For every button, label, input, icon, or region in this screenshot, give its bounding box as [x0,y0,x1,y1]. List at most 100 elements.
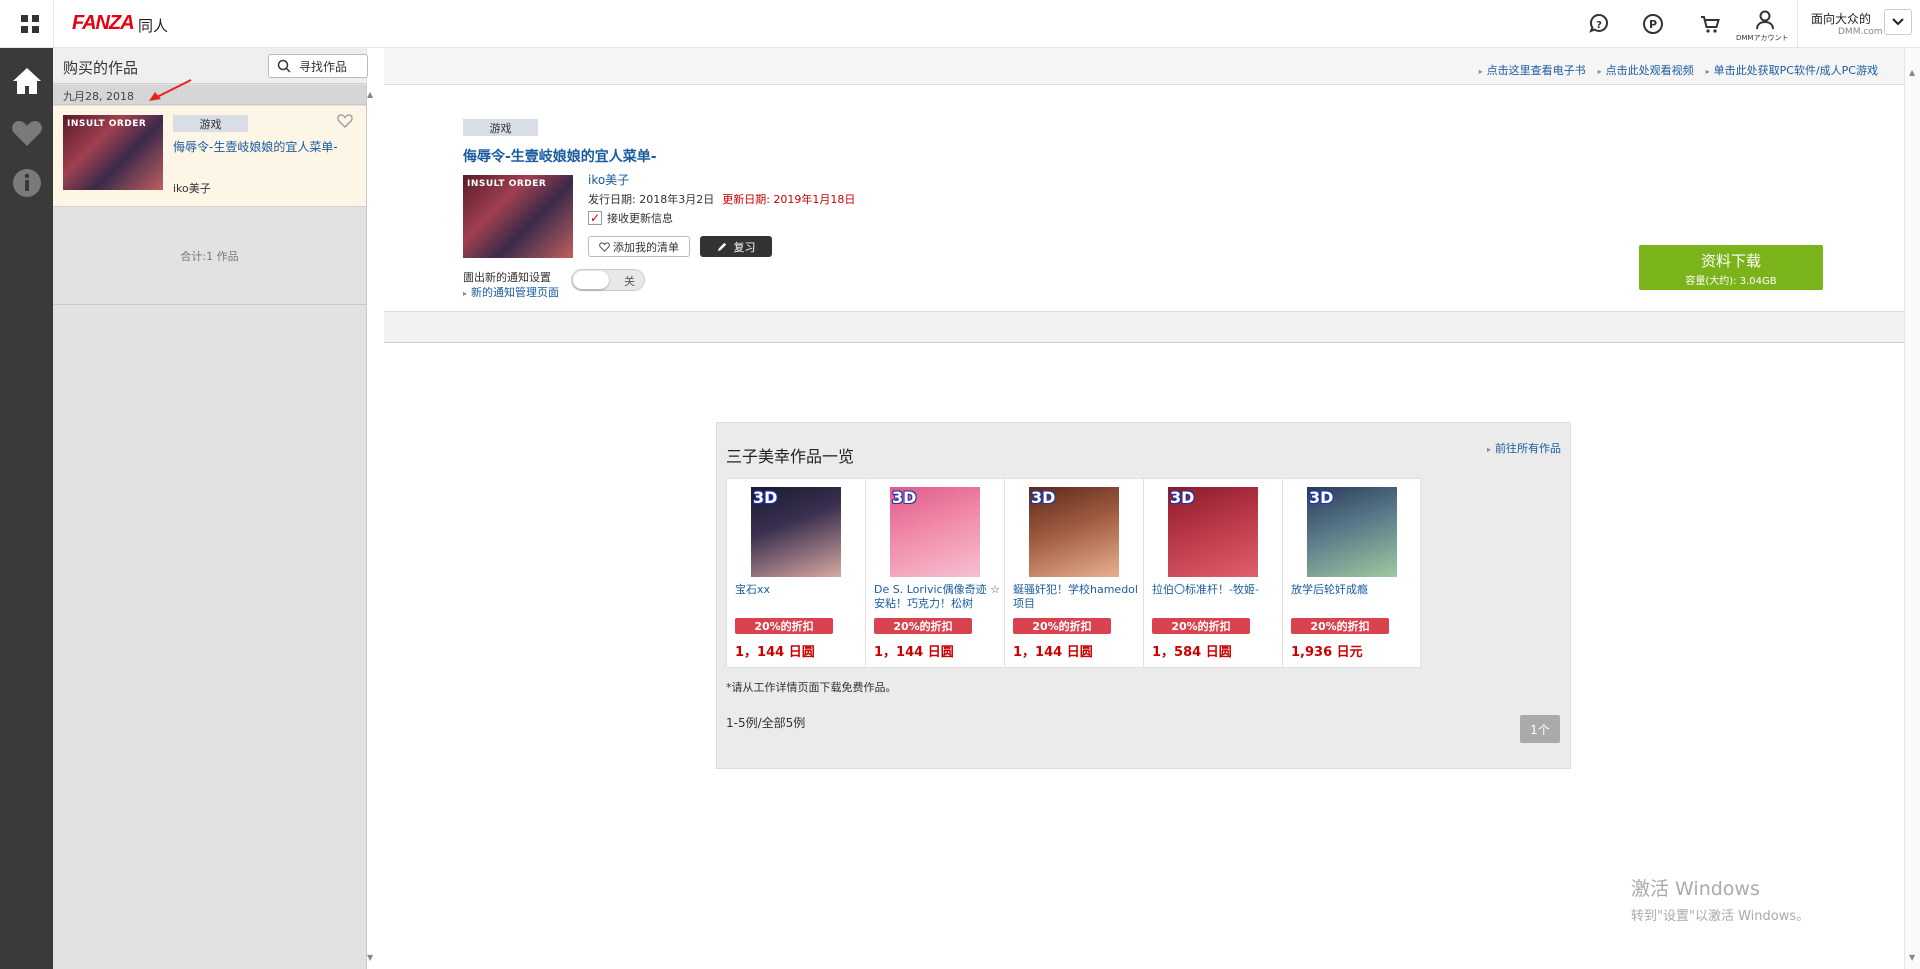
notify-manage-link[interactable]: ▸ 新的通知管理页面 [463,284,559,300]
toggle-knob [573,271,609,289]
fanza-logo[interactable]: FANZA [72,12,135,35]
list-total: 合计:1 作品 [180,250,239,263]
thumbnail-title-text: INSULT ORDER [467,179,547,189]
watermark-line1: 激活 Windows [1631,878,1760,900]
work-thumbnail[interactable]: 3D [1168,487,1258,577]
svg-text:?: ? [1596,20,1602,31]
scroll-down-arrow-icon[interactable]: ▼ [367,953,373,962]
product-detail: 游戏 侮辱令-生壹岐娘娘的宜人菜单- INSULT ORDER iko美子 发行… [384,86,1904,311]
work-title[interactable]: 拉伯〇标准杆！-牧姬- [1152,583,1278,611]
cart-icon[interactable] [1698,12,1722,36]
add-wishlist-label: 添加我的清单 [613,240,679,254]
discount-badge: 20%的折扣 [874,618,972,634]
work-price: 1，144 日圆 [874,645,954,660]
account-label[interactable]: DMMアカウント [1736,33,1788,43]
section-divider-band [384,311,1904,343]
notify-setting-label: 圕出新的通知设置 [463,271,551,284]
work-title[interactable]: 宝石xx [735,583,861,611]
discount-badge: 20%的折扣 [1013,618,1111,634]
works-count: 1-5例/全部5例 [726,716,806,730]
ebook-link[interactable]: ▸ 点击这里查看电子书 [1479,62,1586,78]
thumbnail-title-text: INSULT ORDER [67,119,147,129]
work-price: 1，144 日圆 [735,645,815,660]
annotation-arrow-date [149,79,192,101]
account-icon[interactable] [1753,8,1777,32]
download-label: 资料下载 [1700,252,1761,270]
work-title[interactable]: 放学后轮奸成瘾 [1291,583,1417,611]
list-scrollbar[interactable] [366,84,367,969]
windows-activation-watermark: 激活 Windows 转到"设置"以激活 Windows。 [1631,874,1809,924]
home-icon[interactable] [0,56,53,106]
list-total-box: 合计:1 作品 [53,208,366,305]
work-title[interactable]: De S. Lorivic偶像奇迹 ☆安粘！巧克力！松树 [874,583,1000,611]
works-title: 三子美幸作品一览 [726,447,855,466]
purchased-list-panel: 购买的作品 寻找作品 九月28, 2018 INSULT ORDER 游戏 侮辱… [53,48,368,969]
work-card[interactable]: 3D 蜒骚奸犯！学校hamedol项目 20%的折扣 1，144 日圆 [1004,478,1143,668]
search-icon [277,59,291,73]
watermark-line2: 转到"设置"以激活 Windows。 [1631,909,1810,924]
left-rail [0,48,53,969]
receive-updates-checkbox[interactable]: ✓ [588,211,602,225]
work-thumbnail[interactable]: 3D [1307,487,1397,577]
user-name: 面向大众的 [1811,12,1872,26]
favorite-heart-icon[interactable] [337,114,353,131]
release-date: 发行日期: 2018年3月2日 [588,193,715,206]
list-title: 购买的作品 [63,59,139,77]
notify-toggle[interactable]: 关 [571,269,645,291]
header-divider [53,0,54,48]
pc-software-link[interactable]: ▸ 单击此处获取PC软件/成人PC游戏 [1706,62,1878,78]
heart-outline-icon [599,241,610,252]
list-header: 购买的作品 寻找作品 [53,48,368,84]
download-button[interactable]: 资料下载 容量(大约): 3.04GB [1639,245,1823,290]
search-works-label: 寻找作品 [299,59,348,74]
detail-maker[interactable]: iko美子 [588,171,629,188]
pagination-button[interactable]: 1个 [1520,715,1560,743]
purchase-date-row: 九月28, 2018 [53,85,366,105]
genre-tag: 游戏 [173,115,248,132]
works-row: 3D 宝石xx 20%的折扣 1，144 日圆 3D De S. Lorivic… [726,478,1421,668]
all-works-link[interactable]: ▸ 前往所有作品 [1487,440,1561,456]
work-card[interactable]: 3D 宝石xx 20%的折扣 1，144 日圆 [726,478,865,668]
purchased-item[interactable]: INSULT ORDER 游戏 侮辱令-生壹岐娘娘的宜人菜单- iko美子 [53,106,366,207]
update-date: 更新日期: 2019年1月18日 [722,193,856,206]
user-menu[interactable]: 面向大众的 DMM.com [1797,0,1920,48]
item-maker: iko美子 [173,182,211,195]
pencil-icon [717,242,726,252]
review-button[interactable]: 复习 [700,236,772,257]
discount-badge: 20%的折扣 [1291,618,1389,634]
receive-updates-option[interactable]: ✓ 接收更新信息 [588,210,673,226]
heart-icon[interactable] [0,108,53,158]
apps-grid-icon[interactable] [21,15,39,33]
work-card[interactable]: 3D De S. Lorivic偶像奇迹 ☆安粘！巧克力！松树 20%的折扣 1… [865,478,1004,668]
user-domain: DMM.com [1838,27,1883,37]
info-icon[interactable] [0,158,53,208]
detail-title[interactable]: 侮辱令-生壹岐娘娘的宜人菜单- [463,146,657,166]
main-links-bar: ▸ 点击这里查看电子书 ▸ 点击此处观看视频 ▸ 单击此处获取PC软件/成人PC游戏 [384,48,1904,85]
main-scrollbar[interactable]: ▲ ▼ [1904,48,1920,969]
work-card[interactable]: 3D 拉伯〇标准杆！-牧姬- 20%的折扣 1，584 日圆 [1143,478,1282,668]
item-thumbnail[interactable]: INSULT ORDER [63,115,163,190]
chevron-down-icon[interactable] [1884,9,1912,35]
work-thumbnail[interactable]: 3D [1029,487,1119,577]
work-thumbnail[interactable]: 3D [751,487,841,577]
work-title[interactable]: 蜒骚奸犯！学校hamedol项目 [1013,583,1139,611]
review-label: 复习 [733,240,756,254]
work-thumbnail[interactable]: 3D [890,487,980,577]
work-price: 1，584 日圆 [1152,645,1232,660]
item-title[interactable]: 侮辱令-生壹岐娘娘的宜人菜单- [173,138,338,155]
scroll-up-arrow-icon[interactable]: ▲ [1909,68,1915,77]
add-wishlist-button[interactable]: 添加我的清单 [588,236,690,257]
purchase-date: 九月28, 2018 [63,90,134,103]
search-works-button[interactable]: 寻找作品 [268,54,368,78]
maker-works-panel: 三子美幸作品一览 ▸ 前往所有作品 3D 宝石xx 20%的折扣 1，144 日圆… [716,422,1571,769]
work-price: 1,936 日元 [1291,645,1363,660]
video-link[interactable]: ▸ 点击此处观看视频 [1598,62,1694,78]
work-card[interactable]: 3D 放学后轮奸成瘾 20%的折扣 1,936 日元 [1282,478,1421,668]
help-icon[interactable]: ? [1587,12,1611,36]
discount-badge: 20%的折扣 [1152,618,1250,634]
scroll-up-arrow-icon[interactable]: ▲ [367,90,373,99]
detail-thumbnail[interactable]: INSULT ORDER [463,175,573,258]
section-label[interactable]: 同人 [138,15,168,36]
scroll-down-arrow-icon[interactable]: ▼ [1909,953,1915,962]
points-icon[interactable]: P [1641,12,1665,36]
